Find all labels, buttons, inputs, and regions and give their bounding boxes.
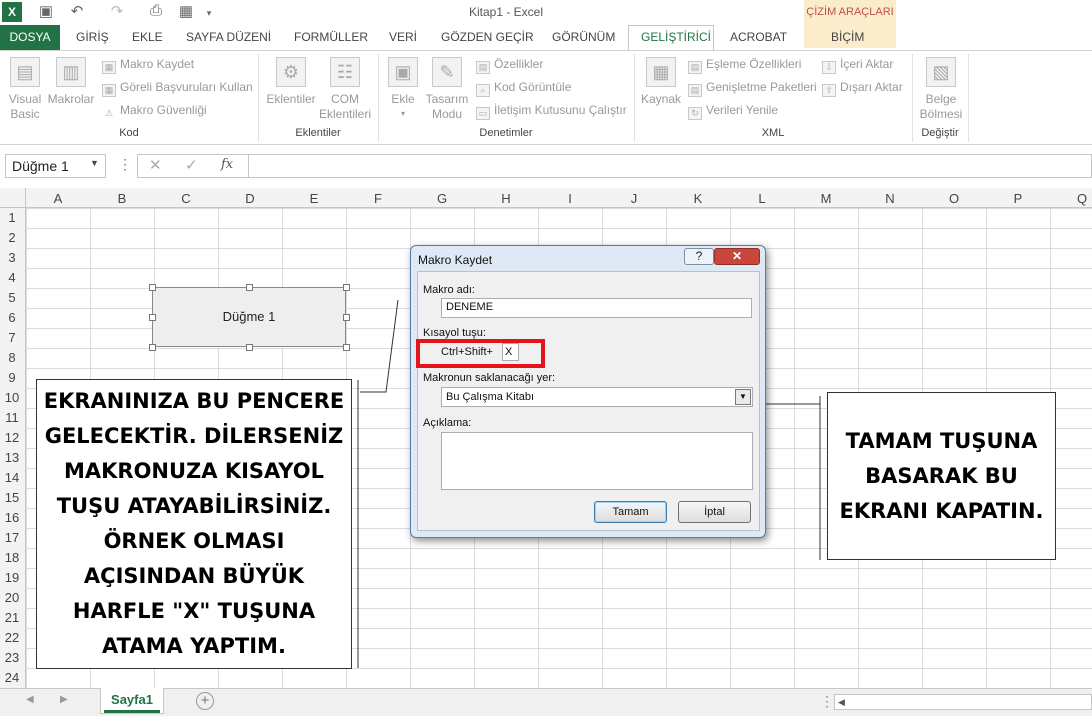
tab-split-grip-icon[interactable]: ⋮ xyxy=(820,693,834,710)
excel-window: X ▣ ↶ ↷ ⎙ ▦ ▾ Kitap1 - Excel ÇİZİM ARAÇL… xyxy=(0,0,1092,716)
add-sheet-icon[interactable]: + xyxy=(196,692,214,710)
instruction-callout-left: EKRANINIZA BU PENCERE GELECEKTİR. DİLERS… xyxy=(36,379,352,669)
close-icon[interactable]: ✕ xyxy=(714,248,760,265)
shortcut-label: Kısayol tuşu: xyxy=(423,327,486,339)
connector-left xyxy=(360,299,399,393)
help-icon[interactable]: ? xyxy=(684,248,714,265)
horizontal-scrollbar[interactable] xyxy=(834,694,1092,710)
macro-name-label: Makro adı: xyxy=(423,284,475,296)
shortcut-highlight-box xyxy=(416,339,545,368)
instruction-callout-right: TAMAM TUŞUNA BASARAK BU EKRANI KAPATIN. xyxy=(827,392,1056,560)
sheet-tab-indicator xyxy=(104,710,160,713)
store-location-label: Makronun saklanacağı yer: xyxy=(423,372,556,384)
ok-button[interactable]: Tamam xyxy=(594,501,667,523)
description-textarea[interactable] xyxy=(441,432,753,490)
scroll-left-icon[interactable]: ◀ xyxy=(838,697,845,708)
description-label: Açıklama: xyxy=(423,417,472,429)
chevron-down-icon[interactable]: ▼ xyxy=(735,389,751,405)
prev-sheet-icon[interactable]: ◀ xyxy=(26,694,34,705)
next-sheet-icon[interactable]: ▶ xyxy=(60,694,68,705)
cancel-button[interactable]: İptal xyxy=(678,501,751,523)
macro-name-input[interactable]: DENEME xyxy=(441,298,752,318)
store-location-select[interactable]: Bu Çalışma Kitabı xyxy=(441,387,753,407)
dialog-title: Makro Kaydet xyxy=(418,253,493,267)
